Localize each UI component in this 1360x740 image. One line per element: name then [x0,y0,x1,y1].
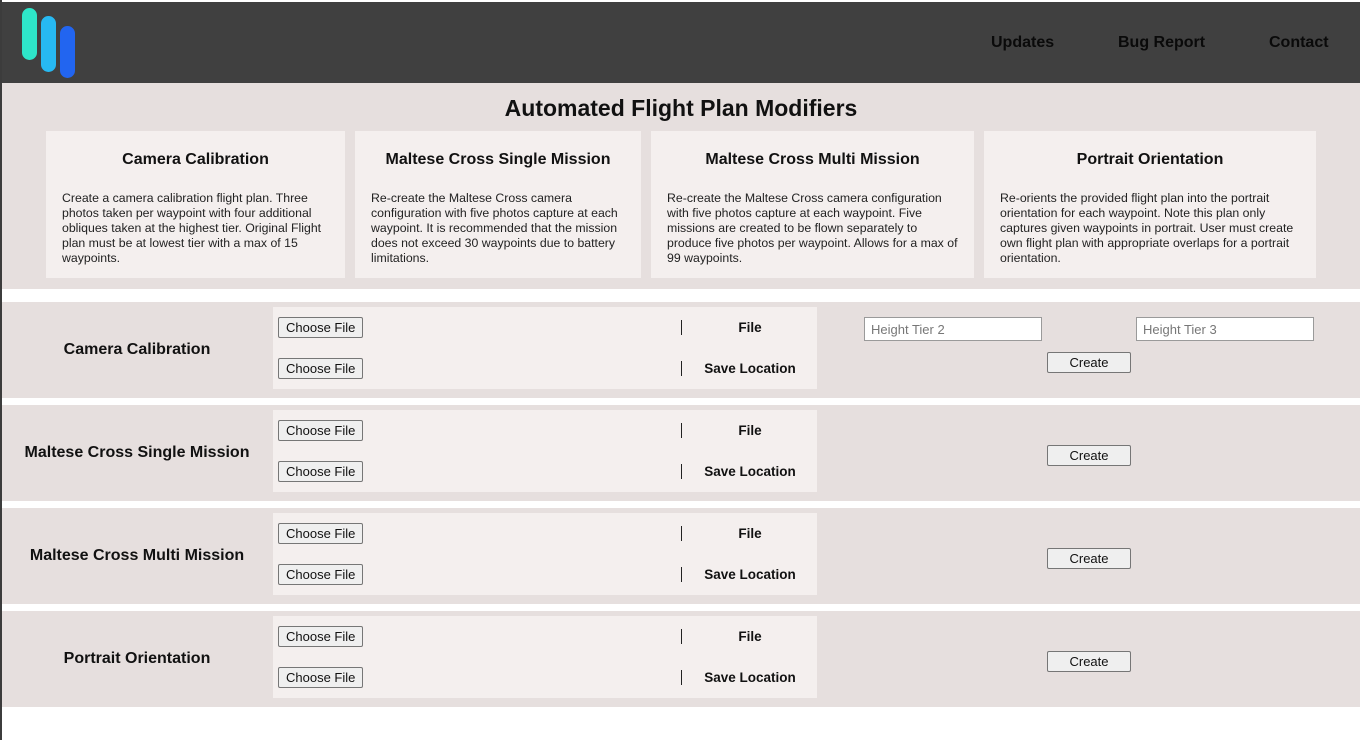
choose-input-file-button[interactable]: Choose File [278,523,364,544]
file-panel: Choose File File Choose File Save Locati… [273,616,817,698]
card-description: Re-orients the provided flight plan into… [1000,191,1294,265]
separator [681,567,682,582]
separator [681,526,682,541]
create-button[interactable]: Create [1047,352,1131,373]
card-title: Maltese Cross Single Mission [385,151,611,168]
app-logo[interactable] [20,6,80,80]
card-maltese-multi: Maltese Cross Multi Mission Re-create th… [651,131,974,278]
nav-contact[interactable]: Contact [1269,2,1329,83]
file-label: File [738,423,762,438]
card-portrait-orientation: Portrait Orientation Re-orients the prov… [984,131,1316,278]
modifiers-overview: Automated Flight Plan Modifiers Camera C… [2,83,1360,289]
card-title: Camera Calibration [122,151,269,168]
row-portrait-orientation: Portrait Orientation Choose File File Ch… [2,611,1360,707]
separator [681,320,682,335]
nav-updates[interactable]: Updates [991,2,1054,83]
row-title: Maltese Cross Multi Mission [29,547,245,564]
file-label: File [738,320,762,335]
card-camera-calibration: Camera Calibration Create a camera calib… [46,131,345,278]
card-description: Create a camera calibration flight plan.… [62,191,322,265]
card-description: Re-create the Maltese Cross camera confi… [667,191,958,265]
page-title: Automated Flight Plan Modifiers [504,95,858,121]
choose-save-location-button[interactable]: Choose File [278,564,364,585]
choose-save-location-button[interactable]: Choose File [278,667,364,688]
top-navbar: Updates Bug Report Contact [2,2,1360,83]
choose-save-location-button[interactable]: Choose File [278,461,364,482]
separator [681,670,682,685]
card-title: Maltese Cross Multi Mission [705,151,920,168]
create-button[interactable]: Create [1047,445,1131,466]
row-maltese-single: Maltese Cross Single Mission Choose File… [2,405,1360,501]
save-location-label: Save Location [704,567,796,582]
separator [681,423,682,438]
file-panel: Choose File File Choose File Save Locati… [273,410,817,492]
choose-input-file-button[interactable]: Choose File [278,420,364,441]
card-title: Portrait Orientation [1076,151,1224,168]
height-tier-2-input[interactable] [864,317,1042,341]
card-maltese-single: Maltese Cross Single Mission Re-create t… [355,131,641,278]
save-location-label: Save Location [704,670,796,685]
create-button[interactable]: Create [1047,651,1131,672]
file-panel: Choose File File Choose File Save Locati… [273,307,817,389]
separator [681,464,682,479]
choose-input-file-button[interactable]: Choose File [278,626,364,647]
row-title: Camera Calibration [63,341,211,358]
row-camera-calibration: Camera Calibration Choose File File Choo… [2,302,1360,398]
card-description: Re-create the Maltese Cross camera confi… [371,191,618,265]
file-panel: Choose File File Choose File Save Locati… [273,513,817,595]
create-button[interactable]: Create [1047,548,1131,569]
nav-bug-report[interactable]: Bug Report [1118,2,1205,83]
file-label: File [738,629,762,644]
choose-save-location-button[interactable]: Choose File [278,358,364,379]
file-label: File [738,526,762,541]
row-title: Portrait Orientation [63,650,211,667]
row-maltese-multi: Maltese Cross Multi Mission Choose File … [2,508,1360,604]
save-location-label: Save Location [704,361,796,376]
save-location-label: Save Location [704,464,796,479]
choose-input-file-button[interactable]: Choose File [278,317,364,338]
row-title: Maltese Cross Single Mission [24,444,250,461]
separator [681,629,682,644]
height-tier-3-input[interactable] [1136,317,1314,341]
separator [681,361,682,376]
